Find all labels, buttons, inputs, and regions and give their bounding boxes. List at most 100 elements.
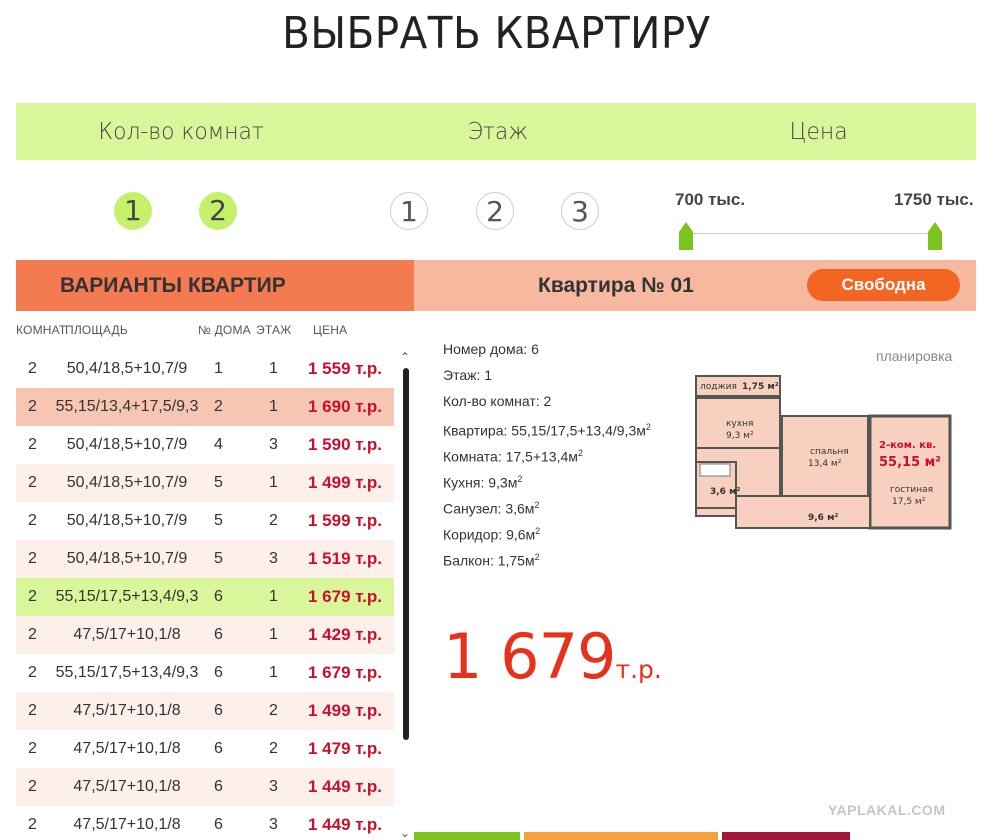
column-header-area[interactable]: ПЛОЩАДЬ [65,323,128,337]
info-line: Комната: 17,5+13,4м2 [443,444,651,470]
info-text: Санузел: 3,6м [443,500,535,517]
scrollbar-thumb[interactable] [403,368,409,740]
table-row[interactable]: 2 55,15/13,4+17,5/9,3 2 1 1 690 т.р. [16,388,394,426]
plan-bath-area: 3,6 м² [710,487,740,497]
cell-price: 1 499 т.р. [308,473,382,492]
price-slider-track[interactable] [692,233,934,234]
table-row[interactable]: 2 55,15/17,5+13,4/9,3 6 1 1 679 т.р. [16,654,394,692]
cell-house: 5 [214,550,223,567]
big-price-number: 1 679 [443,620,616,693]
bottom-tab-maroon[interactable] [722,832,850,840]
cell-price: 1 479 т.р. [308,739,382,758]
table-row[interactable]: 2 47,5/17+10,1/8 6 2 1 479 т.р. [16,730,394,768]
plan-loggia-label: лоджия [700,382,737,392]
cell-area: 50,4/18,5+10,7/9 [66,550,188,567]
cell-floor: 1 [269,664,278,681]
cell-area: 55,15/17,5+13,4/9,3 [55,664,199,681]
cell-floor: 1 [269,588,278,605]
cell-rooms: 2 [28,436,37,453]
cell-area: 47,5/17+10,1/8 [73,626,181,643]
cell-rooms: 2 [28,816,37,833]
plan-kitchen-area: 9,3 м² [726,431,754,441]
cell-floor: 2 [269,702,278,719]
price-min-label: 700 тыс. [675,190,746,209]
table-row[interactable]: 2 50,4/18,5+10,7/9 5 2 1 599 т.р. [16,502,394,540]
column-header-floor[interactable]: ЭТАЖ [256,323,291,337]
cell-house: 6 [214,664,223,681]
cell-rooms: 2 [28,474,37,491]
cell-price: 1 429 т.р. [308,625,382,644]
table-row[interactable]: 2 47,5/17+10,1/8 6 2 1 499 т.р. [16,692,394,730]
status-button[interactable]: Свободна [807,269,960,301]
table-row[interactable]: 2 50,4/18,5+10,7/9 5 1 1 499 т.р. [16,464,394,502]
info-line: Квартира: 55,15/17,5+13,4/9,3м2 [443,418,651,444]
cell-price: 1 449 т.р. [308,815,382,834]
info-line: Коридор: 9,6м2 [443,522,651,548]
table-row[interactable]: 2 47,5/17+10,1/8 6 1 1 429 т.р. [16,616,394,654]
info-text: Балкон: 1,75м [443,552,535,569]
bottom-tab-green[interactable] [414,832,520,840]
cell-floor: 1 [269,626,278,643]
scroll-up-icon[interactable]: ⌃ [400,350,410,364]
cell-floor: 3 [269,550,278,567]
cell-house: 5 [214,512,223,529]
rooms-option-1[interactable]: 1 [114,192,152,230]
price-slider-min-handle[interactable] [679,222,693,250]
info-superscript: 2 [517,474,523,484]
cell-price: 1 559 т.р. [308,359,382,378]
price-slider-max-handle[interactable] [928,222,942,250]
scroll-down-icon[interactable]: ⌄ [400,826,410,840]
cell-area: 47,5/17+10,1/8 [73,778,181,795]
big-price: 1 679т.р. [443,620,662,693]
cell-area: 55,15/17,5+13,4/9,3 [55,588,199,605]
cell-rooms: 2 [28,778,37,795]
cell-rooms: 2 [28,626,37,643]
plan-living-label: гостиная [890,485,933,495]
table-row[interactable]: 2 50,4/18,5+10,7/9 5 3 1 519 т.р. [16,540,394,578]
column-header-rooms[interactable]: КОМНАТ [16,323,66,337]
watermark: YAPLAKAL.COM [828,802,946,818]
cell-rooms: 2 [28,740,37,757]
cell-rooms: 2 [28,512,37,529]
bottom-tab-orange[interactable] [524,832,718,840]
column-header-price[interactable]: ЦЕНА [313,323,347,337]
info-line: Номер дома: 6 [443,340,651,366]
apartment-info: Номер дома: 6 Этаж: 1 Кол-во комнат: 2 Квар… [443,340,651,574]
plan-hall-area: 9,6 м² [808,513,838,523]
cell-area: 50,4/18,5+10,7/9 [66,474,188,491]
cell-floor: 1 [269,398,278,415]
rooms-option-2[interactable]: 2 [199,192,237,230]
apartment-list-header: ВАРИАНТЫ КВАРТИР [16,260,414,311]
table-row[interactable]: 2 55,15/17,5+13,4/9,3 6 1 1 679 т.р. [16,578,394,616]
cell-house: 6 [214,588,223,605]
floor-option-2[interactable]: 2 [476,192,514,230]
table-row[interactable]: 2 50,4/18,5+10,7/9 4 3 1 590 т.р. [16,426,394,464]
cell-floor: 3 [269,778,278,795]
cell-floor: 1 [269,360,278,377]
cell-rooms: 2 [28,588,37,605]
cell-house: 2 [214,398,223,415]
info-superscript: 2 [645,422,651,432]
cell-rooms: 2 [28,550,37,567]
floor-option-3[interactable]: 3 [561,192,599,230]
column-header-house[interactable]: № ДОМА [198,323,251,337]
cell-house: 6 [214,626,223,643]
cell-area: 47,5/17+10,1/8 [73,702,181,719]
info-line: Кол-во комнат: 2 [443,392,651,418]
table-row[interactable]: 2 47,5/17+10,1/8 6 3 1 449 т.р. [16,768,394,806]
plan-living-area: 17,5 м² [892,497,926,507]
rooms-filter-label: Кол-во комнат [98,119,264,145]
plan-bedroom-label: спальня [810,447,849,457]
info-text: Квартира: 55,15/17,5+13,4/9,3м [443,422,646,439]
floor-option-1[interactable]: 1 [390,192,428,230]
cell-floor: 1 [269,474,278,491]
plan-type-label: 2-ком. кв. [879,440,936,451]
table-row[interactable]: 2 47,5/17+10,1/8 6 3 1 449 т.р. [16,806,394,840]
cell-area: 50,4/18,5+10,7/9 [66,436,188,453]
floor-plan-image[interactable]: лоджия 1,75 м² кухня 9,3 м² спальня 13,4… [692,372,956,534]
table-row[interactable]: 2 50,4/18,5+10,7/9 1 1 1 559 т.р. [16,350,394,388]
info-line: Кухня: 9,3м2 [443,470,651,496]
info-superscript: 2 [534,552,540,562]
apartment-detail-header: Квартира № 01 Свободна [414,260,976,311]
apartment-title: Квартира № 01 [538,274,694,297]
